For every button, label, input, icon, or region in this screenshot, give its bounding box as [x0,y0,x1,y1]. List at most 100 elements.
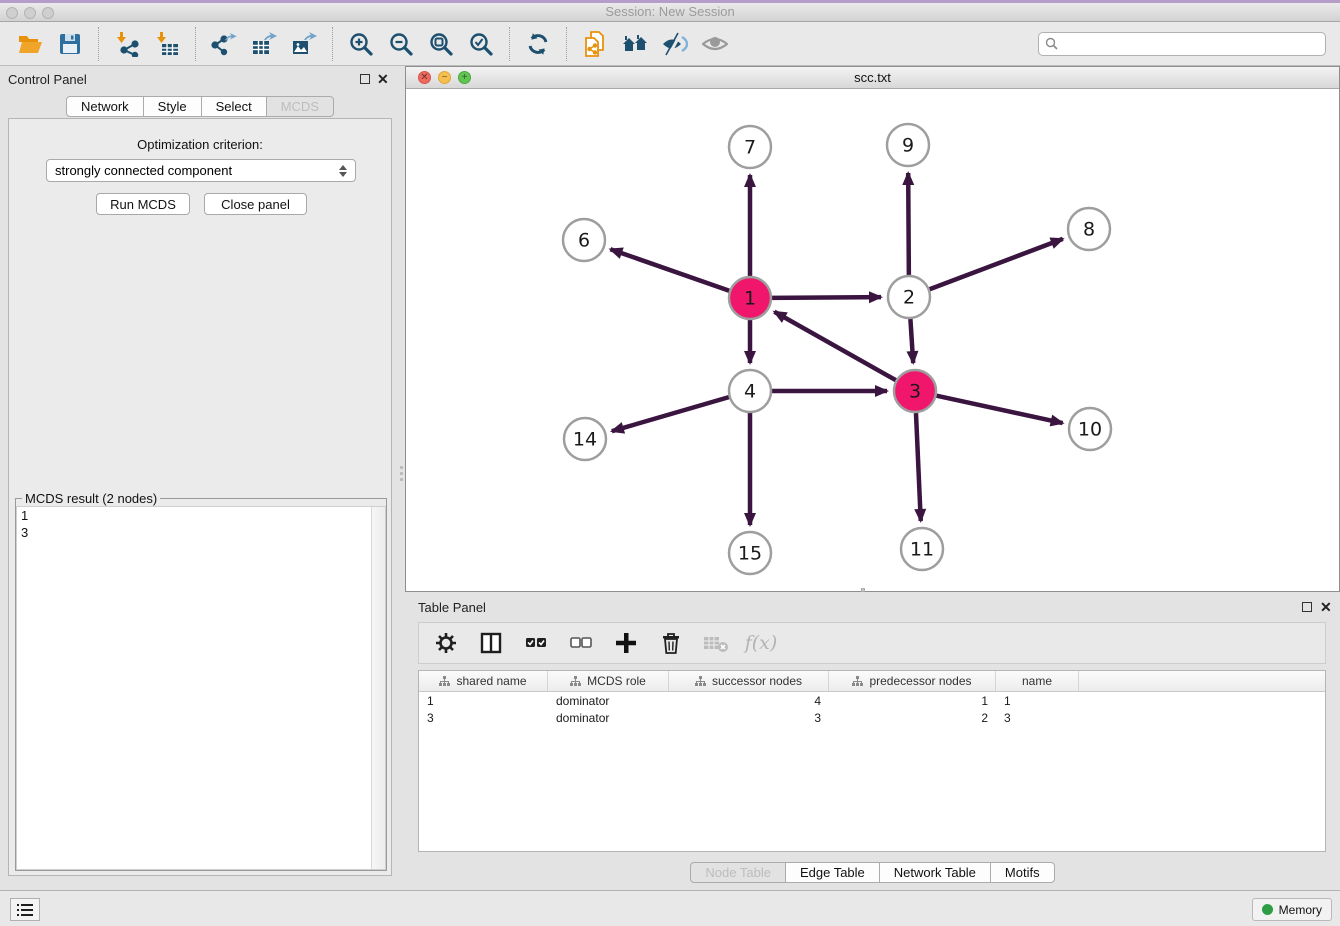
refresh-icon[interactable] [523,29,553,59]
result-scrollbar[interactable] [371,507,385,869]
home-icon[interactable] [620,29,650,59]
cell-shared-name[interactable]: 3 [419,711,548,725]
search-input[interactable] [1038,32,1326,56]
network-window-title: scc.txt [406,70,1339,85]
column-header-mcds-role[interactable]: MCDS role [548,671,669,691]
mcds-result-item[interactable]: 1 [17,507,385,524]
network-canvas[interactable]: 1234678910111415 [406,89,1339,591]
hierarchy-icon [852,676,863,687]
network-view-window: ✕ − + scc.txt 1234678910111415 [405,66,1340,592]
select-stepper-icon [339,165,347,177]
table-panel-tabs: Node Table Edge Table Network Table Moti… [405,862,1340,883]
graph-edge-3-11[interactable] [916,413,921,521]
mcds-result-item[interactable]: 3 [17,524,385,541]
tab-select[interactable]: Select [202,96,267,117]
graph-edge-2-3[interactable] [910,319,913,363]
export-image-icon[interactable] [289,29,319,59]
hide-graphics-details-icon[interactable] [660,29,690,59]
tab-motifs[interactable]: Motifs [991,862,1055,883]
tab-mcds[interactable]: MCDS [267,96,334,117]
cell-shared-name[interactable]: 1 [419,694,548,708]
cell-predecessor-nodes[interactable]: 2 [829,711,996,725]
run-mcds-button[interactable]: Run MCDS [96,193,190,215]
cell-name[interactable]: 3 [996,711,1079,725]
zoom-fit-icon[interactable] [426,29,456,59]
zoom-in-icon[interactable] [346,29,376,59]
horizontal-splitter-handle[interactable] [855,587,871,593]
deselect-all-icon[interactable] [568,630,594,656]
graph-edge-4-14[interactable] [612,397,729,431]
export-network-icon[interactable] [209,29,239,59]
title-bar: Session: New Session [0,0,1340,22]
graph-edge-1-6[interactable] [610,249,729,291]
optimization-criterion-select[interactable]: strongly connected component [46,159,356,182]
tab-node-table[interactable]: Node Table [690,862,786,883]
graph-edge-3-1[interactable] [774,312,895,380]
column-header-name[interactable]: name [996,671,1079,691]
float-panel-icon[interactable] [360,74,370,84]
graph-edge-3-10[interactable] [936,396,1062,423]
mcds-result-list[interactable]: 1 3 [16,506,386,870]
memory-button[interactable]: Memory [1252,898,1332,921]
graph-edge-2-9[interactable] [908,173,909,275]
show-graphics-details-icon[interactable] [700,29,730,59]
cell-mcds-role[interactable]: dominator [548,694,669,708]
graph-edge-1-2[interactable] [772,297,881,298]
tab-style[interactable]: Style [144,96,202,117]
delete-column-trash-icon[interactable] [658,630,684,656]
zoom-out-icon[interactable] [386,29,416,59]
column-header-shared-name[interactable]: shared name [419,671,548,691]
optimization-criterion-label: Optimization criterion: [9,137,391,152]
zoom-selected-icon[interactable] [466,29,496,59]
node-table: shared name MCDS role successor nodes pr… [418,670,1326,852]
copy-network-icon[interactable] [580,29,610,59]
close-table-panel-icon[interactable]: ✕ [1320,600,1332,614]
vertical-splitter-handle[interactable] [399,460,404,486]
search-box [1038,32,1326,56]
graph-edge-2-8[interactable] [930,239,1063,289]
cell-successor-nodes[interactable]: 3 [669,711,829,725]
import-table-icon[interactable] [152,29,182,59]
toolbar-separator [509,27,510,61]
show-columns-icon[interactable] [478,630,504,656]
import-network-icon[interactable] [112,29,142,59]
select-all-icon[interactable] [523,630,549,656]
mcds-result-group: MCDS result (2 nodes) 1 3 [15,491,387,871]
mcds-panel: Optimization criterion: strongly connect… [8,118,392,876]
memory-status-dot [1262,904,1273,915]
tab-network-table[interactable]: Network Table [880,862,991,883]
column-header-predecessor-nodes[interactable]: predecessor nodes [829,671,996,691]
network-graph: 1234678910111415 [406,89,1339,591]
cell-name[interactable]: 1 [996,694,1079,708]
toolbar-separator [332,27,333,61]
column-header-successor-nodes[interactable]: successor nodes [669,671,829,691]
close-panel-icon[interactable]: ✕ [377,72,389,86]
add-column-icon[interactable] [613,630,639,656]
table-row[interactable]: 1 dominator 4 1 1 [419,692,1325,709]
graph-node-label: 10 [1078,419,1102,441]
hierarchy-icon [570,676,581,687]
cell-successor-nodes[interactable]: 4 [669,694,829,708]
graph-node-label: 9 [902,135,914,157]
toolbar-separator [566,27,567,61]
open-folder-icon[interactable] [15,29,45,59]
delete-table-icon[interactable] [703,630,729,656]
graph-node-label: 1 [744,288,756,310]
float-table-panel-icon[interactable] [1302,602,1312,612]
export-table-icon[interactable] [249,29,279,59]
tab-edge-table[interactable]: Edge Table [786,862,880,883]
function-builder-icon[interactable]: f(x) [748,630,774,656]
cell-mcds-role[interactable]: dominator [548,711,669,725]
table-settings-gear-icon[interactable] [433,630,459,656]
graph-node-label: 8 [1083,219,1095,241]
table-header-row: shared name MCDS role successor nodes pr… [419,671,1325,692]
control-panel-title: Control Panel [8,72,87,87]
save-icon[interactable] [55,29,85,59]
network-window-titlebar[interactable]: ✕ − + scc.txt [406,67,1339,89]
tab-network[interactable]: Network [66,96,144,117]
task-history-menu-icon[interactable] [10,898,40,921]
table-row[interactable]: 3 dominator 3 2 3 [419,709,1325,726]
close-panel-button[interactable]: Close panel [204,193,307,215]
cell-predecessor-nodes[interactable]: 1 [829,694,996,708]
graph-node-label: 2 [903,287,915,309]
